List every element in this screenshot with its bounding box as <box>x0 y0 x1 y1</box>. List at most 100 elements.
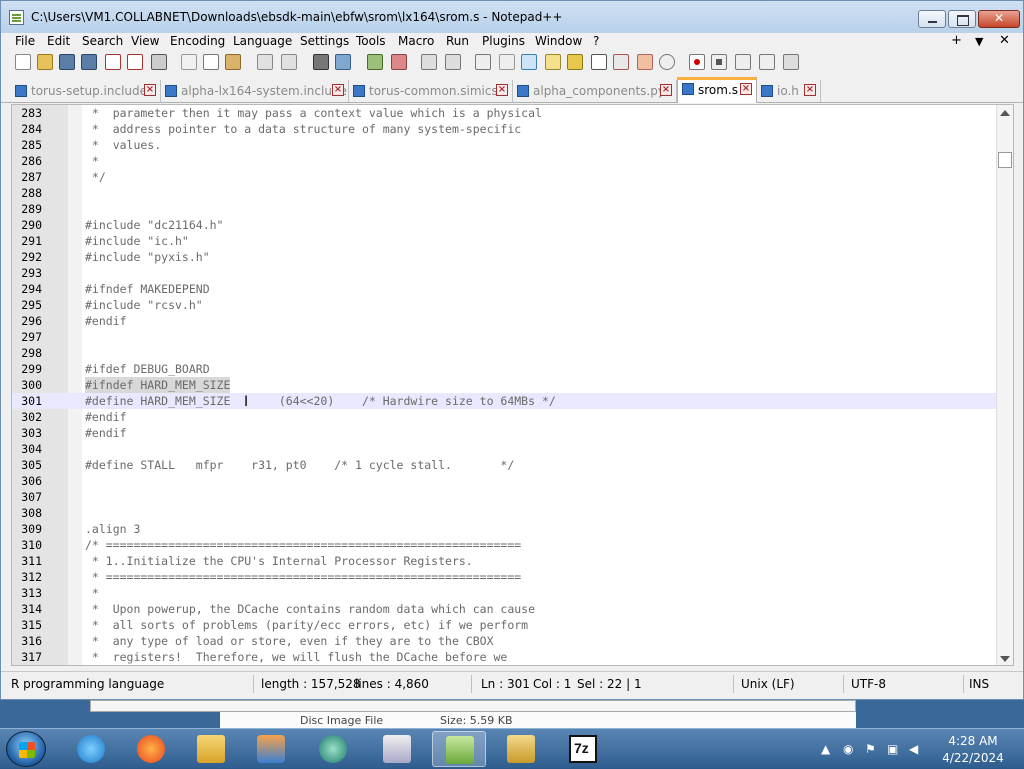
code-line[interactable]: 284 * address pointer to a data structur… <box>12 121 997 137</box>
code-line[interactable]: 307 <box>12 489 997 505</box>
paste-icon[interactable] <box>225 54 241 70</box>
tab-close-icon[interactable]: × <box>332 84 344 96</box>
close-button[interactable] <box>978 10 1020 28</box>
tab-close-icon[interactable]: × <box>740 83 752 95</box>
close-doc-button[interactable]: ✕ <box>999 33 1010 48</box>
menu-file[interactable]: File <box>15 34 35 48</box>
code-line[interactable]: 312 * ==================================… <box>12 569 997 585</box>
taskbar-app-script[interactable] <box>370 731 424 767</box>
code-line[interactable]: 302 #endif <box>12 409 997 425</box>
indent-guide-icon[interactable] <box>521 54 537 70</box>
code-line[interactable]: 311 * 1..Initialize the CPU's Internal P… <box>12 553 997 569</box>
taskbar-explorer[interactable] <box>184 731 238 767</box>
menu-search[interactable]: Search <box>82 34 123 48</box>
network-icon[interactable]: ▣ <box>887 742 901 756</box>
undo-icon[interactable] <box>257 54 273 70</box>
close-icon[interactable] <box>105 54 121 70</box>
tab-close-icon[interactable]: × <box>660 84 672 96</box>
open-file-icon[interactable] <box>37 54 53 70</box>
tab-close-icon[interactable]: × <box>804 84 816 96</box>
scroll-down-icon[interactable] <box>1000 656 1010 662</box>
menu-edit[interactable]: Edit <box>47 34 70 48</box>
taskbar-hxd[interactable] <box>494 731 548 767</box>
code-line[interactable]: 283 * parameter then it may pass a conte… <box>12 105 997 121</box>
save-all-icon[interactable] <box>81 54 97 70</box>
clock-date[interactable]: 4/22/2024 <box>933 751 1013 765</box>
new-tab-button[interactable]: + <box>951 33 962 48</box>
find-icon[interactable] <box>313 54 329 70</box>
cut-icon[interactable] <box>181 54 197 70</box>
code-line[interactable]: 305 #define STALL mfpr r31, pt0 /* 1 cycl… <box>12 457 997 473</box>
show-all-chars-icon[interactable] <box>499 54 515 70</box>
taskbar-firefox[interactable] <box>124 731 178 767</box>
print-icon[interactable] <box>151 54 167 70</box>
eye-icon[interactable] <box>659 54 675 70</box>
menu-run[interactable]: Run <box>446 34 469 48</box>
start-button[interactable] <box>6 731 46 767</box>
clock-time[interactable]: 4:28 AM <box>933 734 1013 748</box>
volume-icon[interactable]: ◀ <box>909 742 923 756</box>
menu-view[interactable]: View <box>131 34 159 48</box>
play-macro-icon[interactable] <box>735 54 751 70</box>
taskbar-media-player[interactable] <box>244 731 298 767</box>
menu-settings[interactable]: Settings <box>300 34 349 48</box>
code-line[interactable]: 309 .align 3 <box>12 521 997 537</box>
udl-icon[interactable] <box>545 54 561 70</box>
save-icon[interactable] <box>59 54 75 70</box>
code-line[interactable]: 286 * <box>12 153 997 169</box>
code-line[interactable]: 297 <box>12 329 997 345</box>
menu-plugins[interactable]: Plugins <box>482 34 525 48</box>
code-line[interactable]: 300 #ifndef HARD_MEM_SIZE <box>12 377 997 393</box>
scroll-thumb[interactable] <box>998 152 1012 168</box>
sync-h-icon[interactable] <box>445 54 461 70</box>
menu-window[interactable]: Window <box>535 34 582 48</box>
code-line[interactable]: 303 #endif <box>12 425 997 441</box>
copy-icon[interactable] <box>203 54 219 70</box>
code-line[interactable]: 285 * values. <box>12 137 997 153</box>
code-line[interactable]: 296 #endif <box>12 313 997 329</box>
code-line[interactable]: 295 #include "rcsv.h" <box>12 297 997 313</box>
function-list-icon[interactable] <box>591 54 607 70</box>
code-line[interactable]: 298 <box>12 345 997 361</box>
sync-v-icon[interactable] <box>421 54 437 70</box>
minimize-button[interactable] <box>918 10 946 28</box>
tab-alpha-lx164-system[interactable]: alpha-lx164-system.include × <box>161 80 349 102</box>
code-line[interactable]: 287 */ <box>12 169 997 185</box>
monitoring-icon[interactable] <box>637 54 653 70</box>
run-macro-multiple-icon[interactable] <box>759 54 775 70</box>
scroll-up-icon[interactable] <box>1000 110 1010 116</box>
code-line[interactable]: 289 <box>12 201 997 217</box>
code-line[interactable]: 291 #include "ic.h" <box>12 233 997 249</box>
code-editor[interactable]: 283 * parameter then it may pass a conte… <box>11 104 1014 666</box>
taskbar-notepadpp[interactable] <box>432 731 486 767</box>
code-line[interactable]: 294 #ifndef MAKEDEPEND <box>12 281 997 297</box>
code-line[interactable]: 304 <box>12 441 997 457</box>
network-app-icon[interactable]: ◉ <box>843 742 857 756</box>
code-line[interactable]: 308 <box>12 505 997 521</box>
code-line[interactable]: 301 #define HARD_MEM_SIZE (64<<20) /* Har… <box>12 393 997 409</box>
code-line[interactable]: 292 #include "pyxis.h" <box>12 249 997 265</box>
menu-tools[interactable]: Tools <box>356 34 386 48</box>
tab-srom-s[interactable]: srom.s × <box>677 77 757 103</box>
menu-macro[interactable]: Macro <box>398 34 434 48</box>
zoom-out-icon[interactable] <box>391 54 407 70</box>
vertical-scrollbar[interactable] <box>996 105 1013 665</box>
tab-alpha-components[interactable]: alpha_components.py × <box>513 80 677 102</box>
tab-io-h[interactable]: io.h × <box>757 80 821 102</box>
redo-icon[interactable] <box>281 54 297 70</box>
menu-encoding[interactable]: Encoding <box>170 34 225 48</box>
tab-close-icon[interactable]: × <box>144 84 156 96</box>
zoom-in-icon[interactable] <box>367 54 383 70</box>
code-line[interactable]: 293 <box>12 265 997 281</box>
replace-icon[interactable] <box>335 54 351 70</box>
tab-list-dropdown[interactable]: ▼ <box>975 35 983 48</box>
menu-help[interactable]: ? <box>593 34 599 48</box>
maximize-button[interactable] <box>948 10 976 28</box>
tab-close-icon[interactable]: × <box>496 84 508 96</box>
doc-map-icon[interactable] <box>567 54 583 70</box>
code-line[interactable]: 313 * <box>12 585 997 601</box>
code-line[interactable]: 316 * any type of load or store, even if… <box>12 633 997 649</box>
new-file-icon[interactable] <box>15 54 31 70</box>
code-line[interactable]: 314 * Upon powerup, the DCache contains … <box>12 601 997 617</box>
code-line[interactable]: 317 * registers! Therefore, we will flus… <box>12 649 997 665</box>
